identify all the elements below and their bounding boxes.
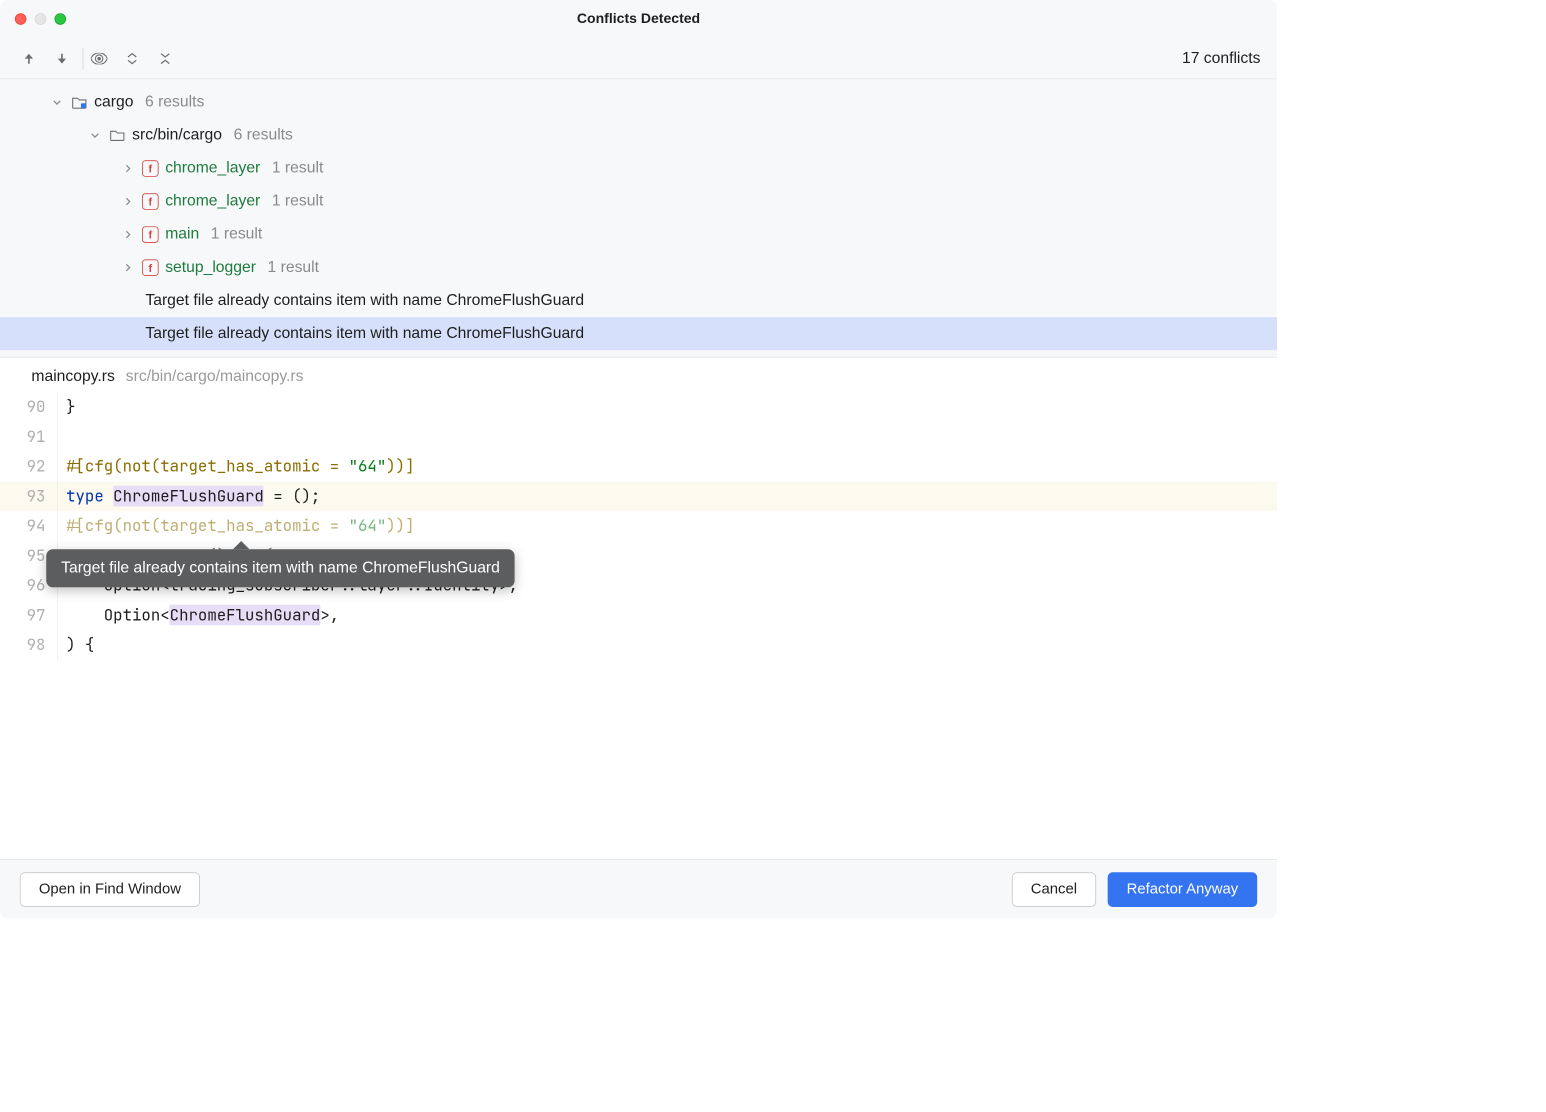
tree-count: 1 result	[211, 225, 262, 243]
conflict-tooltip: Target file already contains item with n…	[46, 549, 514, 587]
function-icon: f	[142, 259, 159, 276]
tree-message-text: Target file already contains item with n…	[145, 292, 584, 310]
conflict-tree: cargo 6 results src/bin/cargo 6 results …	[0, 79, 1277, 357]
window-title: Conflicts Detected	[0, 11, 1277, 28]
tree-count: 6 results	[234, 126, 293, 144]
arrow-down-icon	[55, 52, 68, 65]
tree-root[interactable]: cargo 6 results	[0, 86, 1277, 119]
code-text: type ChromeFlushGuard = ();	[58, 482, 321, 512]
line-number: 93	[0, 482, 58, 512]
tree-count: 6 results	[145, 93, 204, 111]
dialog-footer: Open in Find Window Cancel Refactor Anyw…	[0, 859, 1277, 918]
tree-item[interactable]: f setup_logger 1 result	[0, 251, 1277, 284]
tree-label: src/bin/cargo	[132, 126, 222, 144]
tree-message[interactable]: Target file already contains item with n…	[0, 284, 1277, 317]
tree-label: setup_logger	[165, 259, 256, 277]
line-number: 94	[0, 511, 58, 541]
code-text	[58, 422, 66, 452]
arrow-up-icon	[22, 52, 35, 65]
eye-icon	[91, 52, 108, 64]
code-line: 92#[cfg(not(target_has_atomic = "64"))]	[0, 452, 1277, 482]
refactor-anyway-button[interactable]: Refactor Anyway	[1108, 872, 1258, 907]
tree-count: 1 result	[268, 259, 319, 277]
chevron-down-icon	[88, 128, 103, 143]
code-line: 94#[cfg(not(target_has_atomic = "64"))]	[0, 511, 1277, 541]
tree-message-text: Target file already contains item with n…	[145, 325, 584, 343]
breadcrumb-file: maincopy.rs	[31, 368, 114, 385]
line-number: 90	[0, 392, 58, 422]
tree-count: 1 result	[272, 192, 323, 210]
toolbar-separator	[83, 47, 84, 68]
collapse-all-button[interactable]	[153, 46, 178, 71]
cancel-button[interactable]: Cancel	[1012, 872, 1096, 907]
code-line: 91	[0, 422, 1277, 452]
expand-icon	[126, 52, 139, 65]
line-number: 92	[0, 452, 58, 482]
tree-label: main	[165, 225, 199, 243]
folder-icon	[109, 127, 126, 144]
code-text: ) {	[58, 630, 95, 660]
tree-label: cargo	[94, 93, 133, 111]
chevron-down-icon	[50, 95, 65, 110]
code-text: Option<ChromeFlushGuard>,	[58, 601, 339, 631]
code-line: 93type ChromeFlushGuard = ();	[0, 482, 1277, 512]
line-number: 98	[0, 630, 58, 660]
editor-area: maincopy.rs src/bin/cargo/maincopy.rs 90…	[0, 357, 1277, 859]
tree-item[interactable]: f chrome_layer 1 result	[0, 185, 1277, 218]
expand-all-button[interactable]	[120, 46, 145, 71]
prev-conflict-button[interactable]	[17, 46, 42, 71]
tree-message[interactable]: Target file already contains item with n…	[0, 317, 1277, 350]
tree-label: chrome_layer	[165, 159, 260, 177]
chevron-right-icon	[121, 161, 136, 176]
code-text: #[cfg(not(target_has_atomic = "64"))]	[58, 452, 415, 482]
line-number: 97	[0, 601, 58, 631]
module-icon	[71, 94, 88, 111]
breadcrumb-path: src/bin/cargo/maincopy.rs	[126, 368, 304, 385]
tree-item[interactable]: fmain 1 result	[0, 218, 1277, 251]
toolbar: 17 conflicts	[0, 38, 1277, 79]
titlebar: Conflicts Detected	[0, 0, 1277, 38]
collapse-icon	[159, 52, 172, 65]
conflict-count: 17 conflicts	[1182, 49, 1261, 67]
tree-item[interactable]: f chrome_layer 1 result	[0, 152, 1277, 185]
code-text: #[cfg(not(target_has_atomic = "64"))]	[58, 511, 415, 541]
tree-folder[interactable]: src/bin/cargo 6 results	[0, 119, 1277, 152]
function-icon: f	[142, 193, 159, 210]
function-icon: f	[142, 160, 159, 177]
chevron-right-icon	[121, 260, 136, 275]
code-line: 97 Option<ChromeFlushGuard>,	[0, 601, 1277, 631]
code-line: 90}	[0, 392, 1277, 422]
tree-count: 1 result	[272, 159, 323, 177]
breadcrumb: maincopy.rs src/bin/cargo/maincopy.rs	[0, 358, 1277, 393]
preview-button[interactable]	[87, 46, 112, 71]
next-conflict-button[interactable]	[50, 46, 75, 71]
tree-label: chrome_layer	[165, 192, 260, 210]
open-in-find-window-button[interactable]: Open in Find Window	[20, 872, 200, 907]
line-number: 91	[0, 422, 58, 452]
function-icon: f	[142, 226, 159, 243]
code-text: }	[58, 392, 76, 422]
code-line: 98) {	[0, 630, 1277, 660]
chevron-right-icon	[121, 194, 136, 209]
dialog-window: Conflicts Detected 17 conflicts cargo 6 …	[0, 0, 1277, 919]
chevron-right-icon	[121, 227, 136, 242]
code-view[interactable]: 90}9192#[cfg(not(target_has_atomic = "64…	[0, 392, 1277, 660]
